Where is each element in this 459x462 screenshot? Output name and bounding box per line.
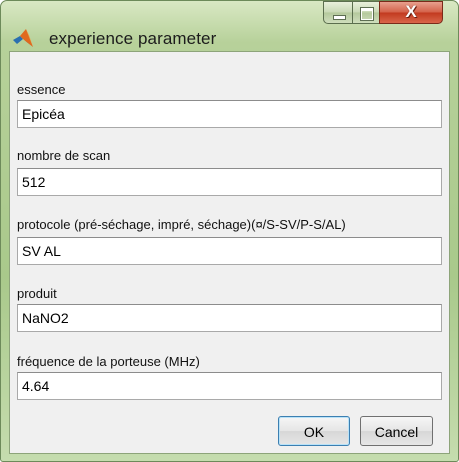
- frequence-porteuse-label: fréquence de la porteuse (MHz): [17, 354, 200, 369]
- matlab-logo-icon: [13, 29, 33, 47]
- produit-input[interactable]: NaNO2: [17, 304, 442, 332]
- close-icon: X: [405, 2, 417, 21]
- maximize-icon: [360, 7, 374, 21]
- essence-label: essence: [17, 82, 66, 97]
- minimize-button[interactable]: [323, 1, 353, 24]
- window-title: experience parameter: [49, 29, 217, 48]
- maximize-button[interactable]: [352, 1, 380, 24]
- frequence-porteuse-input[interactable]: 4.64: [17, 372, 442, 400]
- protocole-label: protocole (pré-séchage, impré, séchage)(…: [17, 217, 346, 232]
- title-bar[interactable]: experience parameter X: [1, 1, 458, 51]
- ok-button[interactable]: OK: [278, 416, 350, 446]
- minimize-icon: [333, 15, 346, 20]
- nombre-de-scan-label: nombre de scan: [17, 148, 111, 163]
- dialog-window: experience parameter X essence Epicéa no…: [0, 0, 459, 462]
- cancel-button[interactable]: Cancel: [360, 416, 433, 446]
- essence-input[interactable]: Epicéa: [17, 100, 442, 128]
- nombre-de-scan-input[interactable]: 512: [17, 168, 442, 196]
- close-button[interactable]: X: [379, 1, 443, 24]
- protocole-input[interactable]: SV AL: [17, 237, 442, 265]
- produit-label: produit: [17, 286, 57, 301]
